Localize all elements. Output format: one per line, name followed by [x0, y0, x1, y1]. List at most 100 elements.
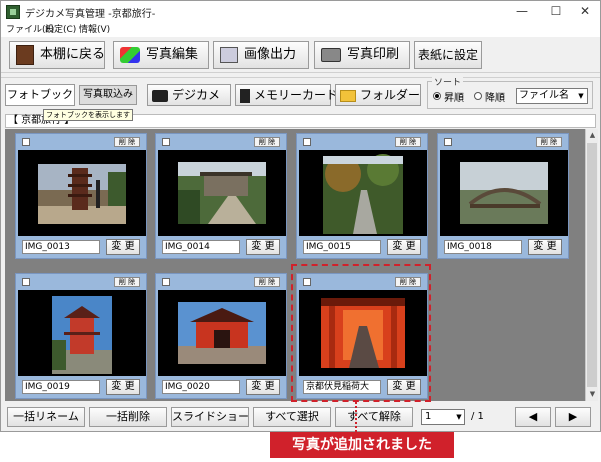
photo-edit-icon [120, 46, 140, 63]
delete-button[interactable]: 削 除 [114, 277, 140, 287]
delete-button[interactable]: 削 除 [254, 277, 280, 287]
photo-checkbox[interactable] [303, 138, 311, 146]
photo-thumbnail[interactable] [158, 290, 286, 376]
red-pagoda-photo [18, 290, 146, 376]
prev-arrow-icon: ◀ [528, 410, 538, 423]
chevron-down-icon: ▼ [578, 92, 584, 100]
photo-name-field[interactable]: IMG_0014 [162, 240, 240, 254]
delete-button[interactable]: 削 除 [536, 137, 562, 147]
back-to-shelf-button[interactable]: 本棚に戻る [9, 41, 105, 69]
scroll-up-icon[interactable]: ▲ [586, 129, 599, 142]
photo-thumbnail[interactable] [18, 150, 146, 236]
photo-card[interactable]: 削 除 IMG_0015 変 更 [296, 133, 428, 259]
import-memorycard-label: メモリーカード [254, 88, 339, 102]
scroll-thumb[interactable] [587, 143, 597, 387]
photo-edit-button[interactable]: 写真編集 [113, 41, 209, 69]
bookshelf-icon [16, 44, 34, 65]
photo-print-button[interactable]: 写真印刷 [314, 41, 410, 69]
rename-button[interactable]: 変 更 [106, 239, 140, 255]
garden-path-photo [299, 150, 427, 236]
tab-photobook[interactable]: フォトブック [5, 84, 75, 106]
temple-gate-photo [158, 150, 286, 236]
photo-name-field[interactable]: IMG_0015 [303, 240, 381, 254]
back-to-shelf-label: 本棚に戻る [40, 47, 106, 62]
photo-added-callout: 写真が追加されました [270, 432, 454, 458]
folder-icon [340, 89, 356, 102]
photo-name-field[interactable]: IMG_0018 [444, 240, 522, 254]
import-memorycard-button[interactable]: メモリーカード [235, 84, 338, 106]
sort-group: ソート 昇順 降順 ファイル名 ▼ [427, 75, 593, 109]
menu-info[interactable]: 情報(V) [79, 23, 110, 37]
photo-card[interactable]: 削 除 IMG_0014 変 更 [155, 133, 287, 259]
photo-edit-label: 写真編集 [146, 47, 199, 62]
rename-button[interactable]: 変 更 [106, 379, 140, 395]
sort-ascending-radio[interactable] [433, 92, 441, 100]
photo-checkbox[interactable] [22, 278, 30, 286]
tooltip: フォトブックを表示します [43, 109, 133, 121]
prev-page-button[interactable]: ◀ [515, 407, 551, 427]
callout-connector [355, 402, 357, 432]
image-output-label: 画像出力 [244, 47, 297, 62]
import-digicam-button[interactable]: デジカメ [147, 84, 231, 106]
page-select[interactable]: 1 ▼ [421, 409, 465, 425]
import-toolbar: フォトブック 写真取込み デジカメ メモリーカード フォルダー ソート 昇順 降… [1, 75, 600, 111]
photo-thumbnail[interactable] [158, 150, 286, 236]
deselect-all-button[interactable]: すべて解除 [335, 407, 413, 427]
window-title: デジカメ写真管理 -京都旅行- [25, 9, 156, 20]
pagoda-photo [18, 150, 146, 236]
photo-card[interactable]: 削 除 IMG_0019 変 更 [15, 273, 147, 399]
sort-key-select[interactable]: ファイル名 ▼ [516, 88, 588, 104]
printer-icon [321, 47, 341, 62]
photo-thumbnail[interactable] [440, 150, 568, 236]
minimize-button[interactable]: — [505, 1, 539, 23]
bulk-delete-button[interactable]: 一括削除 [89, 407, 167, 427]
photo-thumbnail[interactable] [18, 290, 146, 376]
photo-name-field[interactable]: IMG_0020 [162, 380, 240, 394]
rename-button[interactable]: 変 更 [246, 239, 280, 255]
red-gate-photo [158, 290, 286, 376]
delete-button[interactable]: 削 除 [254, 137, 280, 147]
delete-button[interactable]: 削 除 [395, 137, 421, 147]
image-output-button[interactable]: 画像出力 [213, 41, 309, 69]
camera-icon [152, 89, 168, 102]
import-digicam-label: デジカメ [172, 88, 221, 102]
close-button[interactable]: ✕ [568, 1, 601, 23]
import-label: 写真取込み [79, 85, 137, 105]
photo-card[interactable]: 削 除 IMG_0013 変 更 [15, 133, 147, 259]
chevron-down-icon: ▼ [456, 413, 462, 421]
rename-button[interactable]: 変 更 [528, 239, 562, 255]
photo-checkbox[interactable] [444, 138, 452, 146]
photo-checkbox[interactable] [162, 278, 170, 286]
photo-card[interactable]: 削 除 IMG_0020 変 更 [155, 273, 287, 399]
select-all-button[interactable]: すべて選択 [253, 407, 331, 427]
photo-thumbnail[interactable] [299, 150, 427, 236]
rename-button[interactable]: 変 更 [387, 239, 421, 255]
bottom-toolbar: 一括リネーム 一括削除 スライドショー すべて選択 すべて解除 1 ▼ / 1 … [1, 403, 600, 431]
memory-card-icon [240, 88, 250, 103]
set-cover-button[interactable]: 表紙に設定 [414, 41, 482, 69]
next-page-button[interactable]: ▶ [555, 407, 591, 427]
page-current: 1 [425, 411, 432, 422]
scroll-down-icon[interactable]: ▼ [586, 388, 599, 401]
image-output-icon [220, 46, 238, 63]
photo-name-field[interactable]: IMG_0019 [22, 380, 100, 394]
import-folder-button[interactable]: フォルダー [335, 84, 421, 106]
delete-button[interactable]: 削 除 [114, 137, 140, 147]
photo-card[interactable]: 削 除 IMG_0018 変 更 [437, 133, 569, 259]
photo-checkbox[interactable] [22, 138, 30, 146]
sort-legend: ソート [432, 75, 464, 88]
grid-scrollbar[interactable]: ▲ ▼ [585, 129, 598, 401]
photo-print-label: 写真印刷 [347, 47, 400, 62]
menu-settings[interactable]: 設定(C) [45, 23, 76, 37]
photo-name-field[interactable]: IMG_0013 [22, 240, 100, 254]
menu-bar: ファイル(F) 設定(C) 情報(V) [1, 23, 600, 37]
sort-descending-label: 降順 [485, 93, 505, 104]
bulk-rename-button[interactable]: 一括リネーム [7, 407, 85, 427]
app-window: デジカメ写真管理 -京都旅行- — ☐ ✕ ファイル(F) 設定(C) 情報(V… [0, 0, 601, 432]
sort-key-value: ファイル名 [519, 90, 569, 101]
photo-checkbox[interactable] [162, 138, 170, 146]
rename-button[interactable]: 変 更 [246, 379, 280, 395]
next-arrow-icon: ▶ [568, 410, 578, 423]
sort-descending-radio[interactable] [474, 92, 482, 100]
slideshow-button[interactable]: スライドショー [171, 407, 249, 427]
